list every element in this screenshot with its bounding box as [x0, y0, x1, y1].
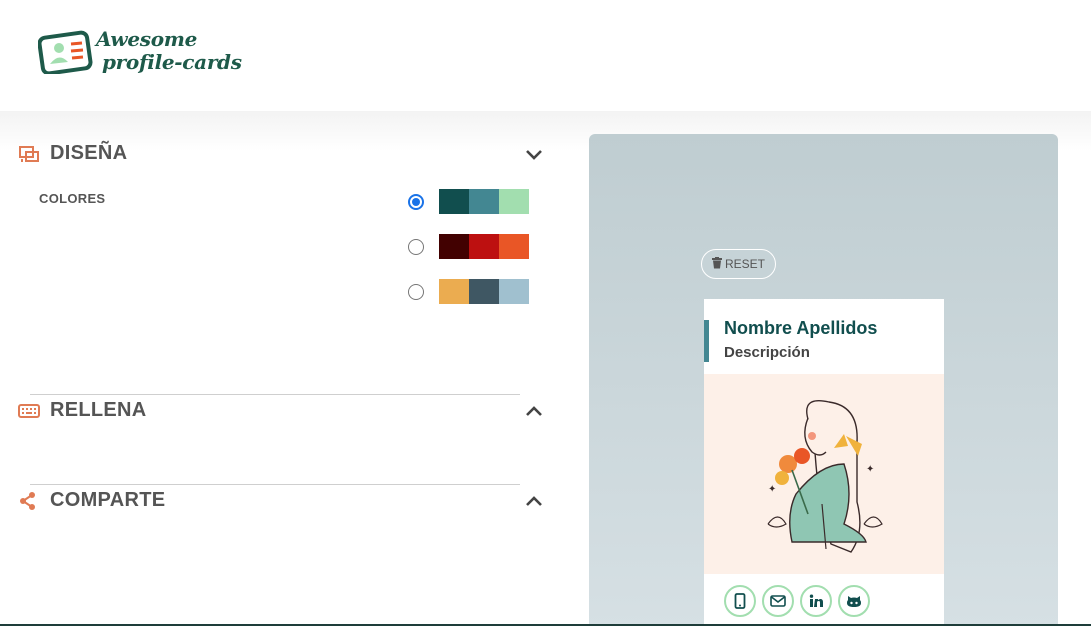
- header: Awesome profile-cards: [0, 0, 1091, 111]
- section-fill-title: RELLENA: [50, 399, 147, 421]
- palette-option-3[interactable]: [408, 279, 529, 304]
- palette-swatches-1[interactable]: [439, 189, 529, 214]
- section-design-header[interactable]: DISEÑA: [18, 142, 543, 165]
- palette-radio-1[interactable]: [408, 193, 424, 210]
- palette-swatches-3[interactable]: [439, 279, 529, 304]
- logo-text-line1: Awesome: [96, 27, 198, 51]
- swatch: [439, 234, 469, 259]
- card-social-links: [724, 585, 876, 617]
- palette-option-2[interactable]: [408, 234, 529, 259]
- section-design-title: DISEÑA: [50, 142, 128, 164]
- swatch: [439, 189, 469, 214]
- swatch: [499, 279, 529, 304]
- design-icon: [18, 144, 42, 164]
- reset-button[interactable]: RESET: [701, 249, 776, 279]
- divider: [30, 394, 520, 395]
- swatch: [469, 189, 499, 214]
- chevron-down-icon[interactable]: [525, 147, 543, 161]
- trash-icon: [711, 256, 722, 272]
- svg-text:✦: ✦: [866, 464, 874, 475]
- swatch: [499, 234, 529, 259]
- swatch: [469, 234, 499, 259]
- swatch: [469, 279, 499, 304]
- section-share-header[interactable]: COMPARTE: [18, 489, 543, 512]
- palette-swatches-2[interactable]: [439, 234, 529, 259]
- palette-option-1[interactable]: [408, 189, 529, 214]
- logo-text-line2: profile-cards: [102, 50, 242, 74]
- linkedin-icon[interactable]: [800, 585, 832, 617]
- card-name: Nombre Apellidos: [724, 318, 878, 338]
- phone-icon[interactable]: [724, 585, 756, 617]
- divider: [30, 484, 520, 485]
- palette-radio-2[interactable]: [408, 238, 424, 255]
- palette-radio-3[interactable]: [408, 283, 424, 300]
- section-fill-header[interactable]: RELLENA: [18, 399, 543, 422]
- chevron-up-icon[interactable]: [525, 494, 543, 508]
- keyboard-icon: [18, 401, 42, 421]
- profile-card: Nombre Apellidos Descripción ✦ ✦: [704, 299, 944, 626]
- github-icon[interactable]: [838, 585, 870, 617]
- card-accent-bar: [704, 320, 709, 362]
- colors-label: COLORES: [39, 191, 106, 206]
- swatch: [439, 279, 469, 304]
- reset-label: RESET: [724, 257, 765, 271]
- chevron-up-icon[interactable]: [525, 404, 543, 418]
- swatch: [499, 189, 529, 214]
- email-icon[interactable]: [762, 585, 794, 617]
- card-profile-image: ✦ ✦: [704, 374, 944, 574]
- svg-text:✦: ✦: [768, 484, 776, 495]
- logo[interactable]: Awesome profile-cards: [37, 27, 242, 76]
- share-icon: [18, 491, 42, 511]
- section-share-title: COMPARTE: [50, 489, 166, 511]
- card-description: Descripción: [724, 344, 810, 361]
- logo-card-icon: [37, 28, 94, 76]
